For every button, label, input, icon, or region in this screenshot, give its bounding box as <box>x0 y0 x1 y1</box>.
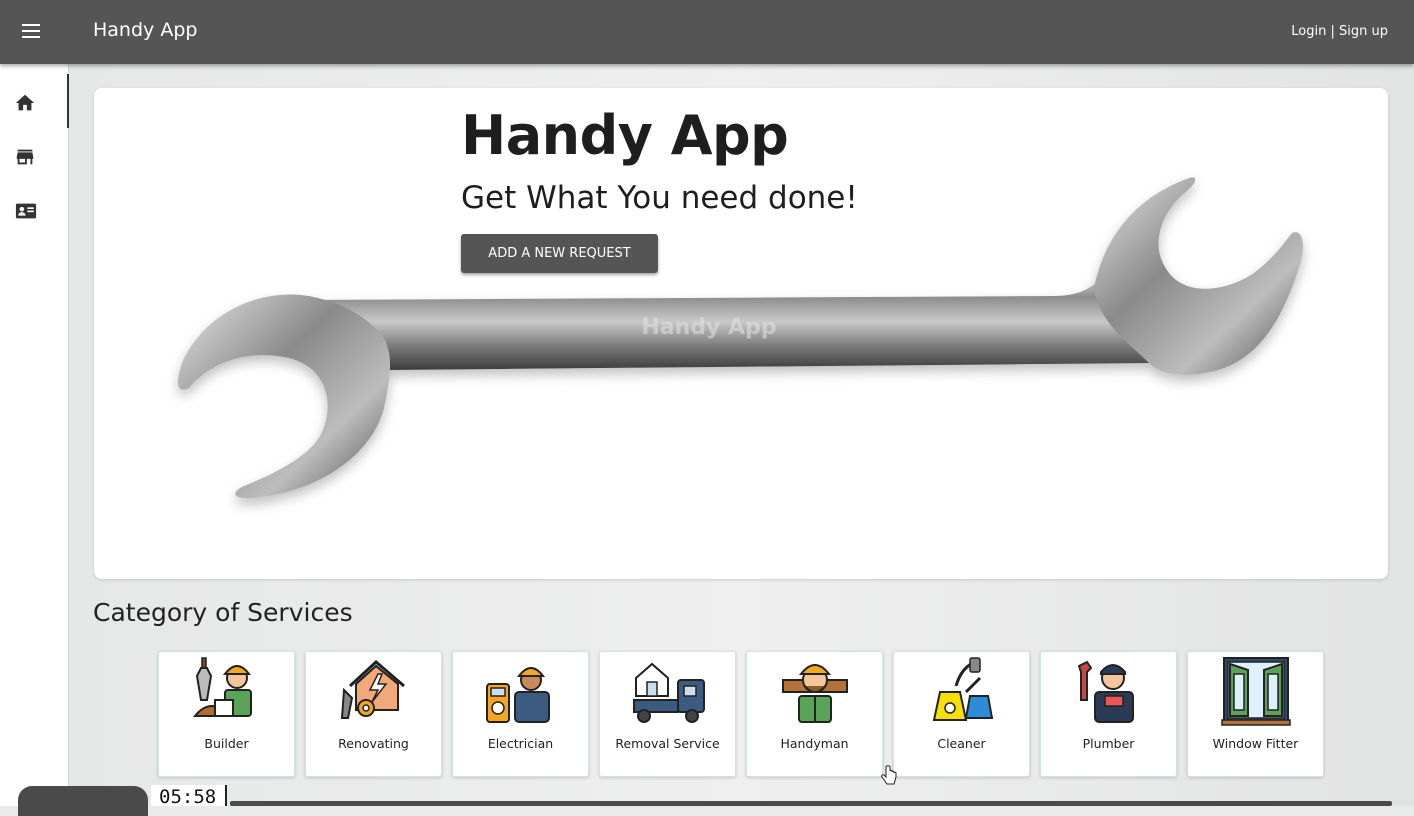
home-icon <box>15 94 35 111</box>
id-card-icon <box>15 203 37 219</box>
pressure-washer-icon <box>932 657 994 721</box>
rail-item-contacts[interactable] <box>0 188 68 232</box>
side-rail <box>0 64 69 806</box>
categories-heading: Category of Services <box>93 598 353 627</box>
window-icon <box>1221 657 1291 726</box>
handyman-icon <box>782 664 848 723</box>
category-card-builder[interactable]: Builder <box>158 651 295 777</box>
category-card-window-fitter[interactable]: Window Fitter <box>1187 651 1324 777</box>
category-label: Removal Service <box>615 736 720 751</box>
category-label: Renovating <box>338 736 409 751</box>
hand-pointer-cursor-icon <box>881 765 897 785</box>
category-card-electrician[interactable]: Electrician <box>452 651 589 777</box>
removal-truck-icon <box>633 662 705 723</box>
category-label: Handyman <box>780 736 849 751</box>
wrench-engraving: Handy App <box>641 315 776 340</box>
category-card-handyman[interactable]: Handyman <box>746 651 883 777</box>
hero-subtitle: Get What You need done! <box>461 180 858 216</box>
category-card-cleaner[interactable]: Cleaner <box>893 651 1030 777</box>
category-card-renovating[interactable]: Renovating <box>305 651 442 777</box>
hamburger-menu-icon[interactable] <box>22 22 44 42</box>
category-label: Electrician <box>487 736 554 751</box>
app-bar: Handy App Login | Sign up <box>0 0 1414 64</box>
video-timestamp: 05:58 <box>151 785 227 808</box>
rail-active-indicator <box>67 74 69 128</box>
rail-item-store[interactable] <box>0 134 68 178</box>
category-label: Cleaner <box>937 736 986 751</box>
renovating-icon <box>340 659 405 719</box>
category-label: Window Fitter <box>1212 736 1299 751</box>
category-card-plumber[interactable]: Plumber <box>1040 651 1177 777</box>
category-label: Plumber <box>1082 736 1135 751</box>
video-thumbnail[interactable] <box>18 786 148 816</box>
builder-icon <box>192 657 252 717</box>
category-card-removal-service[interactable]: Removal Service <box>599 651 736 777</box>
electrician-icon <box>486 667 550 723</box>
plumber-icon <box>1077 660 1134 723</box>
video-progress-bar[interactable] <box>230 801 1392 806</box>
hero-banner: Handy App Handy App Get What You need do… <box>94 88 1388 579</box>
login-signup-link[interactable]: Login | Sign up <box>1291 24 1388 39</box>
rail-item-home[interactable] <box>0 80 68 124</box>
app-title: Handy App <box>93 19 198 41</box>
add-new-request-button[interactable]: ADD A NEW REQUEST <box>461 234 658 273</box>
category-label: Builder <box>204 736 249 751</box>
hero-title: Handy App <box>461 104 789 167</box>
store-icon <box>16 149 34 165</box>
